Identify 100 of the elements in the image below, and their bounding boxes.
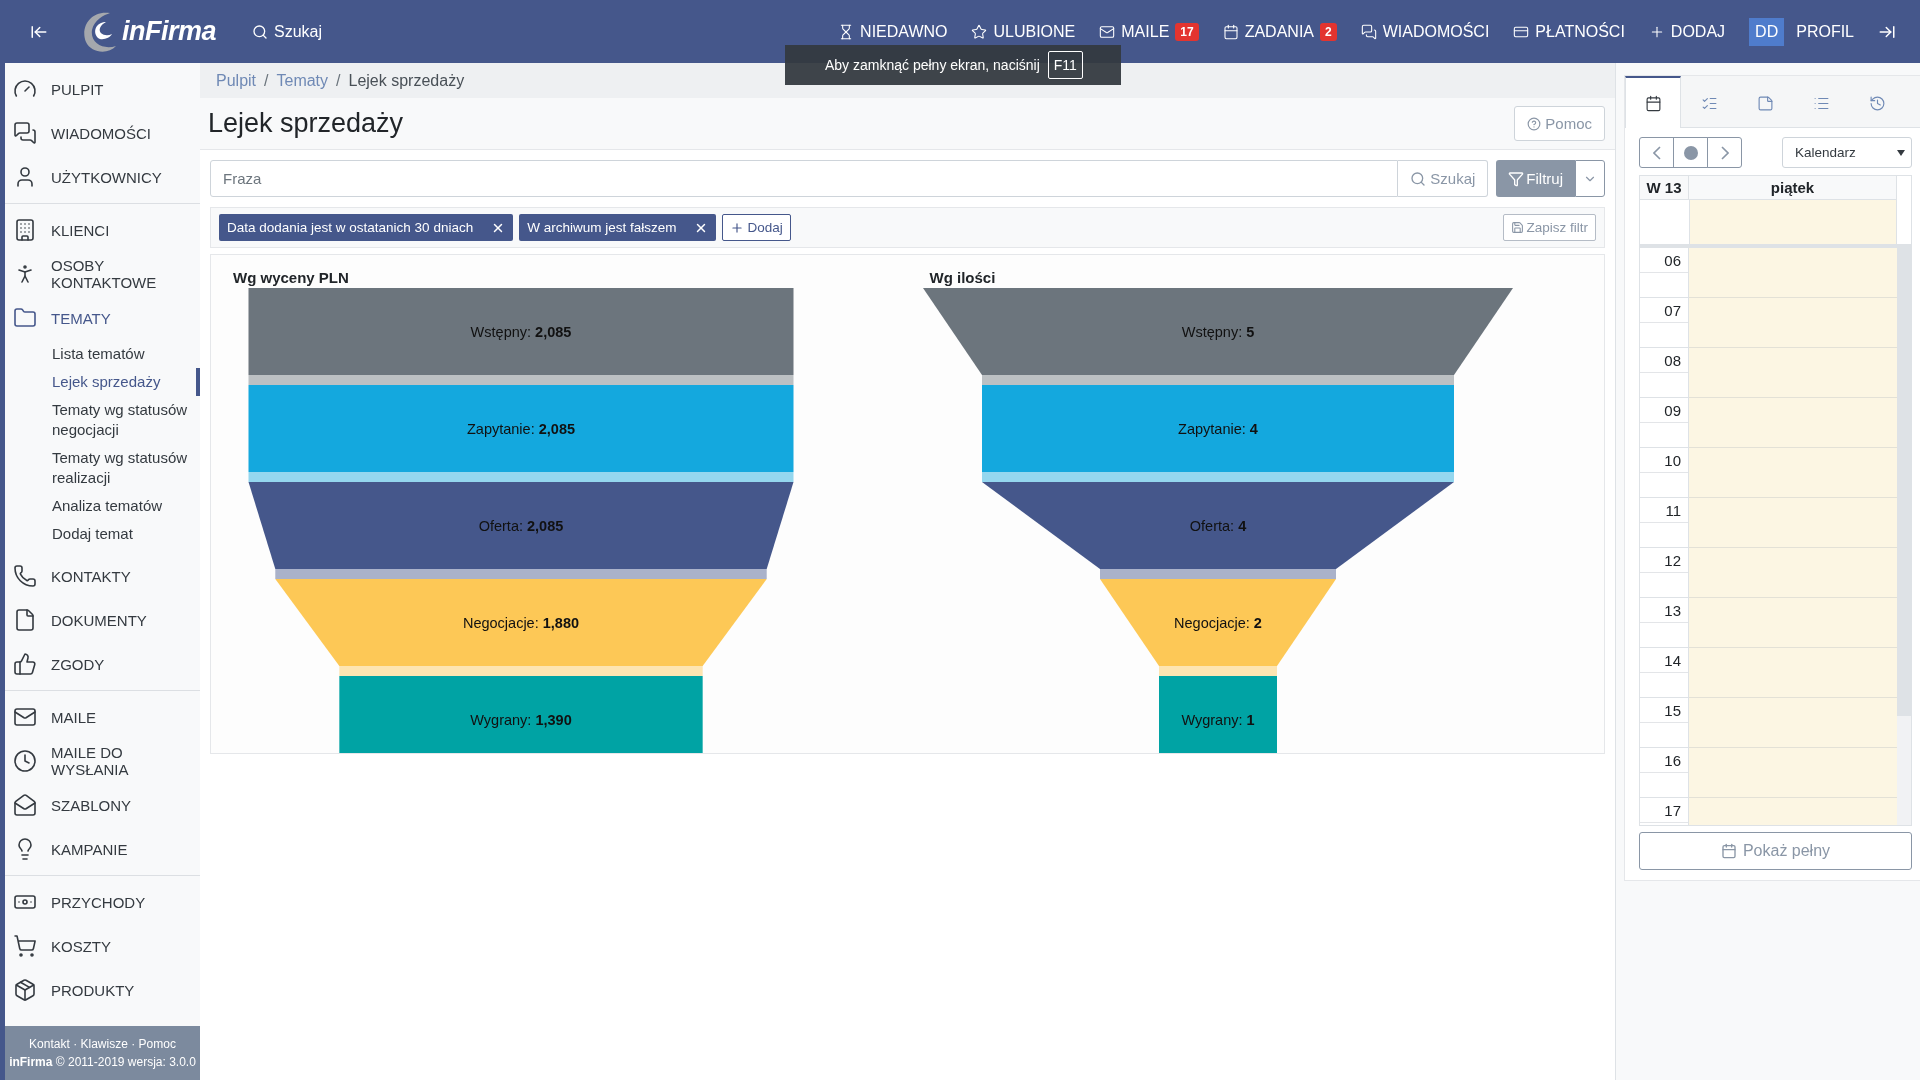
funnel-label: Zapytanie: 2,085 (467, 420, 575, 437)
funnel-label: Zapytanie: 4 (1177, 420, 1258, 437)
funnel-label: Oferta: 4 (1189, 517, 1246, 534)
nav-link[interactable]: ZADANIA 2 (1210, 22, 1349, 41)
sidebar-item[interactable]: KOSZTY (5, 924, 200, 968)
nav-link[interactable]: ULUBIONE (959, 22, 1088, 41)
file-icon (13, 608, 37, 632)
sidebar-subitem[interactable]: Dodaj temat (5, 520, 200, 548)
view-select[interactable]: Kalendarz (1782, 137, 1912, 168)
sidebar-item[interactable]: KAMPANIE (5, 827, 200, 871)
footer-brand: inFirma (9, 1055, 53, 1069)
sidebar-item[interactable]: MAILE (5, 695, 200, 739)
count-badge: 2 (1320, 22, 1337, 41)
chevron-left-icon (1652, 145, 1661, 160)
panel-tab[interactable] (1625, 76, 1681, 128)
save-icon (1511, 221, 1525, 234)
caret-icon (1897, 149, 1905, 156)
open-envelope-icon (13, 793, 37, 817)
cart-icon (13, 934, 37, 958)
envelope-icon (13, 705, 37, 729)
profile-button[interactable]: DD PROFIL (1737, 17, 1866, 46)
funnel-label: Negocjacje: 1,880 (462, 614, 580, 631)
phone-icon (13, 564, 37, 588)
funnel-label: Oferta: 2,085 (478, 517, 564, 534)
sidebar-item[interactable]: SZABLONY (5, 783, 200, 827)
scrollbar[interactable] (1897, 248, 1911, 825)
key-hint: F11 (1047, 51, 1083, 79)
footer-link[interactable]: Pomoc (138, 1037, 176, 1051)
funnel-label: Negocjacje: 2 (1173, 614, 1262, 631)
funnel-label: Wygrany: 1,390 (470, 711, 572, 728)
filter-label: W archiwum jest fałszem (527, 220, 677, 235)
funnel-label: Wstępny: 5 (1181, 323, 1254, 340)
sidebar-item[interactable]: WIADOMOŚCI (5, 111, 200, 155)
calendar-icon (1720, 843, 1737, 859)
sidebar-subitem[interactable]: Tematy wg statusów realizacji (5, 444, 200, 492)
count-badge: 17 (1175, 22, 1199, 41)
sidebar-item[interactable]: KLIENCI (5, 208, 200, 252)
funnel-label: Wygrany: 1 (1180, 711, 1255, 728)
filter-dropdown-button[interactable] (1575, 160, 1605, 197)
breadcrumb-separator: / (336, 72, 341, 90)
next-button[interactable] (1707, 137, 1742, 168)
today-button[interactable] (1673, 137, 1708, 168)
sidebar-item[interactable]: PRZYCHODY (5, 880, 200, 924)
breadcrumb-separator: / (264, 72, 269, 90)
sidebar-item[interactable]: KONTAKTY (5, 554, 200, 598)
sidebar-item[interactable]: DOKUMENTY (5, 598, 200, 642)
sidebar-item[interactable]: PRODUKTY (5, 968, 200, 1012)
funnel-label: Wstępny: 2,085 (470, 323, 572, 340)
week-number: W 13 (1640, 176, 1689, 200)
box-icon (13, 978, 37, 1002)
clock-icon (13, 749, 37, 773)
toast-text: Aby zamknąć pełny ekran, naciśnij (825, 57, 1040, 73)
folder-icon (13, 306, 37, 330)
footer-link[interactable]: Klawisze (80, 1037, 128, 1051)
separator: · (72, 1037, 79, 1051)
sidebar-item[interactable]: TEMATY (5, 296, 200, 340)
calendar-icon (1644, 94, 1662, 112)
search-icon (1410, 170, 1427, 187)
sidebar-item[interactable]: MAILE DO WYSŁANIA (5, 739, 200, 783)
star-icon (971, 23, 988, 40)
nav-link[interactable]: NIEDAWNO (826, 22, 960, 41)
help-icon (1527, 116, 1542, 131)
sidebar-item[interactable]: PULPIT (5, 67, 200, 111)
nav-link[interactable]: MAILE 17 (1087, 22, 1211, 41)
filter-label: Data dodania jest w ostatanich 30 dniach (227, 220, 474, 235)
previous-button[interactable] (1639, 137, 1674, 168)
add-filter-button[interactable]: Dodaj (722, 214, 791, 241)
sidebar-subitem[interactable]: Lista tematów (5, 340, 200, 368)
calendar-icon (1222, 23, 1239, 40)
nav-link[interactable]: DODAJ (1636, 22, 1738, 41)
sidebar-subitem[interactable]: Tematy wg statusów negocjacji (5, 396, 200, 444)
filter-icon (1508, 170, 1525, 187)
chevron-right-icon (1720, 145, 1729, 160)
chart-title: Wg ilości (929, 269, 996, 286)
plus-icon (730, 220, 745, 235)
envelope-icon (1099, 23, 1116, 40)
day-header: piątek (1689, 176, 1897, 200)
sidebar-item[interactable]: ZGODY (5, 642, 200, 686)
chart-title: Wg wyceny PLN (233, 269, 349, 286)
nav-link[interactable]: WIADOMOŚCI (1348, 22, 1502, 41)
breadcrumb-link[interactable]: Lejek sprzedaży (348, 72, 465, 90)
sidebar-subitem[interactable]: Analiza tematów (5, 492, 200, 520)
building-icon (13, 218, 37, 242)
search-button[interactable]: Szukaj (240, 22, 335, 41)
note-icon (1756, 94, 1774, 112)
sidebar-item[interactable]: UŻYTKOWNICY (5, 155, 200, 199)
page-title: Lejek sprzedaży (208, 108, 404, 139)
footer-link[interactable]: Kontakt (29, 1037, 70, 1051)
dot-icon (1683, 145, 1698, 160)
logo-text: inFirma (122, 16, 217, 47)
separator: · (130, 1037, 137, 1051)
search-field[interactable]: Fraza (210, 160, 1399, 197)
thumbs-up-icon (13, 652, 37, 676)
chat-icon (13, 121, 37, 145)
chat-icon (1360, 23, 1377, 40)
search-icon (252, 23, 269, 40)
history-icon (1868, 94, 1886, 112)
copyright-text: © 2011-2019 wersja: 3.0.0 (55, 1055, 196, 1069)
sidebar-item[interactable]: OSOBY KONTAKTOWE (5, 252, 200, 296)
nav-link[interactable]: PŁATNOŚCI (1501, 22, 1637, 41)
